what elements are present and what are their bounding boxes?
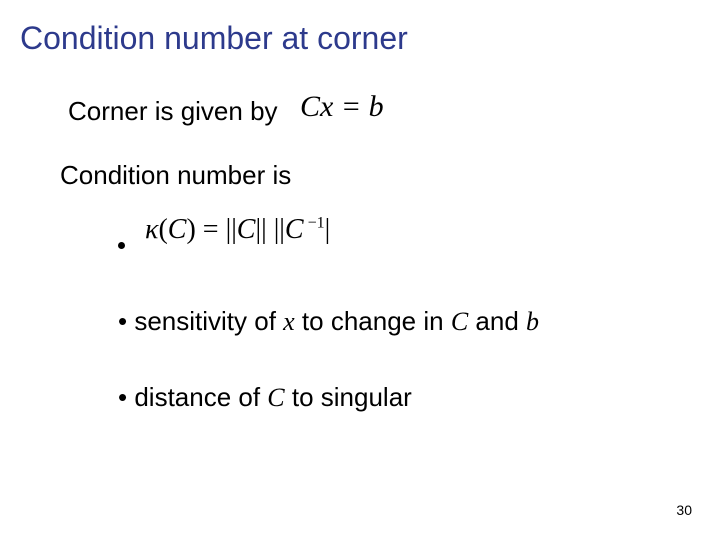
bullet-sensitivity: • sensitivity of x to change in C and b [118,306,539,337]
equation-kappa: κ(C) = ||C|| ||C −1| [145,214,330,246]
bullet-distance: • distance of C to singular [118,382,412,413]
bullet-distance-prefix: • distance of [118,382,267,412]
page-number: 30 [676,502,692,518]
bullet-distance-suffix: to singular [285,382,412,412]
bullet-sensitivity-and: and [468,306,526,336]
bullet-kappa [118,230,133,261]
var-b: b [526,307,539,336]
slide-title: Condition number at corner [20,20,408,57]
bullet-dot-icon [118,242,125,249]
bullet-sensitivity-mid: to change in [295,306,451,336]
condition-number-is-text: Condition number is [60,160,291,191]
equation-cx-eq-b: Cx = b [300,90,384,124]
bullet-sensitivity-prefix: • sensitivity of [118,306,283,336]
corner-given-by-text: Corner is given by [68,96,278,127]
slide: Condition number at corner Corner is giv… [0,0,720,540]
var-c-2: C [267,383,284,412]
var-c-1: C [451,307,468,336]
var-x: x [283,307,295,336]
